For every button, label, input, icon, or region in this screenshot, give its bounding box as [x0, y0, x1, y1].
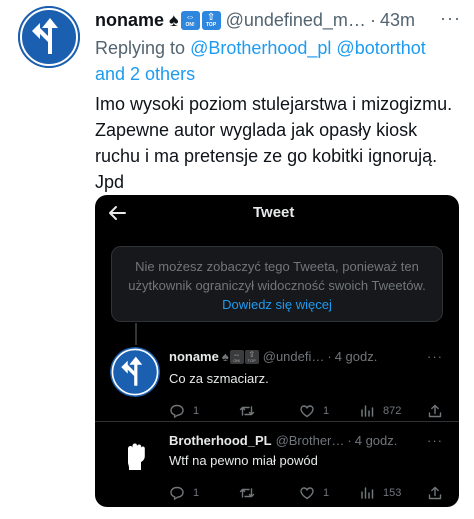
spade-icon: ♠ — [221, 349, 229, 364]
comment-icon — [170, 404, 184, 419]
views-chart-icon — [361, 487, 374, 499]
raised-fist-icon — [110, 429, 160, 479]
like-count: 1 — [323, 487, 330, 499]
views-chart-icon — [361, 405, 374, 417]
reply-timestamp: 4 godz. — [354, 433, 398, 448]
reply-header: Brotherhood_PL @Brother… · 4 godz. — [169, 433, 397, 448]
divider — [95, 421, 459, 422]
road-sign-avatar-icon — [110, 347, 160, 397]
spade-icon: ♠ — [169, 9, 179, 30]
views-count: 153 — [383, 487, 402, 499]
top-badge-icon: ⇧ TOP — [244, 349, 259, 364]
restricted-tweet-notice: Nie możesz zobaczyć tego Tweeta, poniewa… — [111, 246, 443, 322]
retweet-action — [239, 403, 263, 419]
reply-action: 1 — [169, 403, 199, 419]
reply-badges: ♠ ⇔ ON! ⇧ TOP — [222, 349, 259, 364]
like-action: 1 — [299, 485, 329, 501]
reply-author-name: Brotherhood_PL — [169, 433, 272, 448]
share-action — [427, 403, 451, 419]
share-icon — [428, 486, 442, 500]
reply-action: 1 — [169, 485, 199, 501]
embed-header: Tweet — [95, 195, 459, 233]
reply-text: Co za szmaciarz. — [169, 371, 269, 386]
like-count: 1 — [323, 405, 330, 417]
tweet-timestamp[interactable]: 43m — [380, 10, 415, 31]
more-options-icon: ··· — [427, 433, 443, 448]
more-options-icon: ··· — [427, 349, 443, 364]
author-handle[interactable]: @undefined_m… — [226, 10, 366, 31]
tweet-text: Imo wysoki poziom stulejarstwa i mizogiz… — [95, 94, 453, 192]
reply-author-name: noname — [169, 349, 219, 364]
retweet-icon — [239, 406, 255, 416]
reply-avatar — [110, 429, 160, 479]
author-name[interactable]: noname — [95, 10, 164, 31]
reply-timestamp: 4 godz. — [334, 349, 378, 364]
reply-text: Wtf na pewno miał powód — [169, 453, 318, 468]
like-action: 1 — [299, 403, 329, 419]
author-avatar[interactable] — [18, 6, 80, 68]
tweet-header: noname ♠ ⇔ ON! ⇧ TOP @undefined_m… · 43m ·… — [95, 8, 467, 32]
profile-badges: ♠ ⇔ ON! ⇧ TOP — [169, 10, 221, 31]
reply-avatar — [110, 347, 160, 397]
embed-title: Tweet — [253, 204, 295, 221]
views-action: 872 — [359, 403, 401, 419]
road-sign-avatar-icon — [18, 6, 80, 68]
on-badge-icon: ⇔ ON! — [180, 10, 200, 30]
comment-icon — [170, 486, 184, 501]
embedded-screenshot[interactable]: Tweet Nie możesz zobaczyć tego Tweeta, p… — [95, 195, 459, 507]
reply-header: noname ♠ ⇔ ON! ⇧ TOP @undefi… · 4 godz. — [169, 349, 377, 364]
share-action — [427, 485, 451, 501]
more-options-icon[interactable]: ··· — [440, 8, 461, 29]
reply-author-handle: @undefi… — [262, 349, 325, 364]
heart-icon — [300, 405, 314, 418]
views-action: 153 — [359, 485, 401, 501]
heart-icon — [300, 487, 314, 500]
separator-dot: · — [369, 9, 376, 30]
thread-line — [135, 323, 137, 345]
on-badge-icon: ⇔ ON! — [229, 349, 244, 364]
reply-count: 1 — [193, 487, 200, 499]
separator-dot: · — [327, 349, 332, 364]
replying-to: Replying to @Brotherhood_pl @botorthot a… — [95, 38, 426, 84]
separator-dot: · — [347, 433, 352, 448]
learn-more-link: Dowiedz się więcej — [222, 297, 332, 312]
retweet-action — [239, 485, 263, 501]
share-icon — [428, 404, 442, 418]
reply-author-handle: @Brother… — [275, 433, 345, 448]
retweet-icon — [239, 488, 255, 498]
back-arrow-icon — [109, 206, 126, 220]
reply-actions: 1 1 153 — [169, 485, 442, 503]
views-count: 872 — [383, 405, 402, 417]
reply-count: 1 — [193, 405, 200, 417]
reply-actions: 1 1 872 — [169, 403, 442, 421]
replying-others-link[interactable]: and 2 others — [95, 64, 195, 84]
top-badge-icon: ⇧ TOP — [201, 10, 221, 30]
replying-users-link[interactable]: @Brotherhood_pl @botorthot — [190, 38, 426, 58]
